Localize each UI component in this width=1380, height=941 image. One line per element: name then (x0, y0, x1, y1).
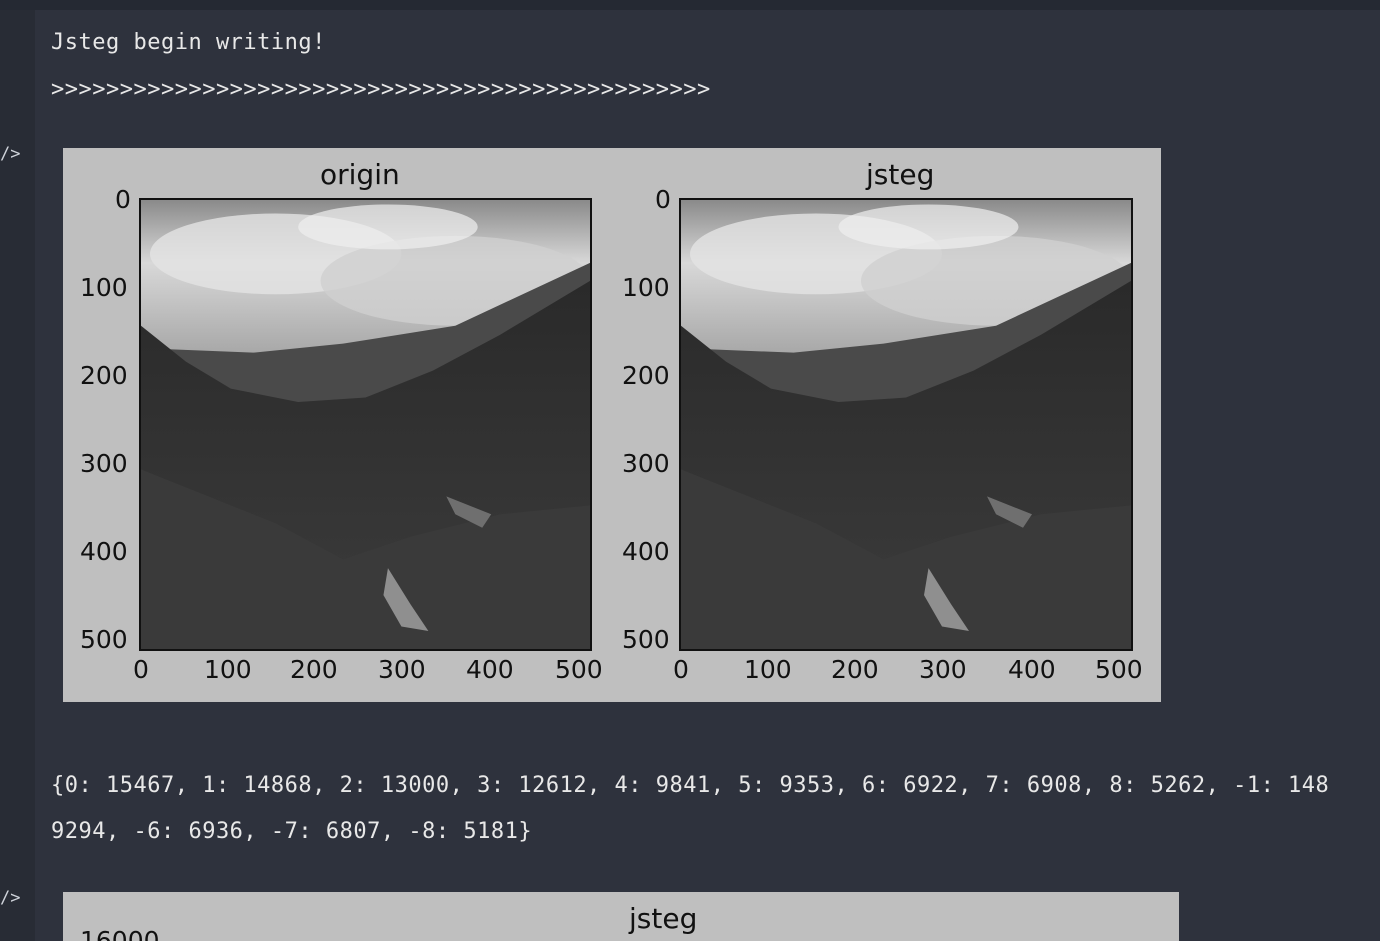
histogram-output-line-2: 9294, -6: 6936, -7: 6807, -8: 5181} (51, 819, 533, 844)
ytick: 100 (80, 273, 128, 302)
xtick: 200 (290, 655, 338, 684)
panel-title-jsteg: jsteg (866, 158, 935, 191)
ytick: 200 (80, 361, 128, 390)
xtick: 100 (744, 655, 792, 684)
ytick: 400 (80, 537, 128, 566)
xtick: 400 (466, 655, 514, 684)
output-prompt-2[interactable]: /> (0, 888, 20, 908)
ytick: 300 (622, 449, 670, 478)
histogram-title: jsteg (629, 902, 698, 935)
histogram-output-line-1: {0: 15467, 1: 14868, 2: 13000, 3: 12612,… (51, 773, 1330, 798)
origin-image-axes (139, 198, 592, 651)
landscape-image-jsteg (681, 200, 1131, 649)
ytick: 300 (80, 449, 128, 478)
ytick: 100 (622, 273, 670, 302)
comparison-figure: origin 0 100 200 300 400 500 0 100 200 3… (63, 148, 1161, 702)
output-line-progress: >>>>>>>>>>>>>>>>>>>>>>>>>>>>>>>>>>>>>>>>… (51, 77, 711, 102)
ytick: 0 (115, 185, 131, 214)
panel-title-origin: origin (320, 158, 400, 191)
jsteg-image-axes (679, 198, 1133, 651)
xtick: 500 (1095, 655, 1143, 684)
output-line-status: Jsteg begin writing! (51, 30, 326, 55)
ytick: 200 (622, 361, 670, 390)
ytick: 16000 (80, 926, 160, 941)
xtick: 500 (555, 655, 603, 684)
output-prompt-1[interactable]: /> (0, 144, 20, 164)
jsteg-histogram-figure: jsteg 16000 (63, 892, 1179, 941)
xtick: 0 (673, 655, 689, 684)
landscape-image-origin (141, 200, 590, 649)
xtick: 300 (919, 655, 967, 684)
xtick: 0 (133, 655, 149, 684)
xtick: 400 (1008, 655, 1056, 684)
xtick: 100 (204, 655, 252, 684)
xtick: 300 (378, 655, 426, 684)
ytick: 400 (622, 537, 670, 566)
ytick: 0 (655, 185, 671, 214)
ytick: 500 (622, 625, 670, 654)
ytick: 500 (80, 625, 128, 654)
xtick: 200 (831, 655, 879, 684)
notebook-top-bar (0, 0, 1380, 10)
